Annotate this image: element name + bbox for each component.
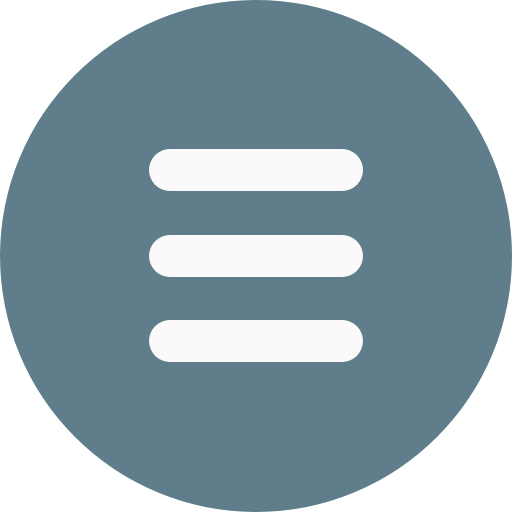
menu-bar-bottom — [149, 320, 363, 362]
menu-button[interactable] — [0, 0, 512, 512]
menu-bar-middle — [149, 235, 363, 277]
menu-bar-top — [149, 149, 363, 191]
